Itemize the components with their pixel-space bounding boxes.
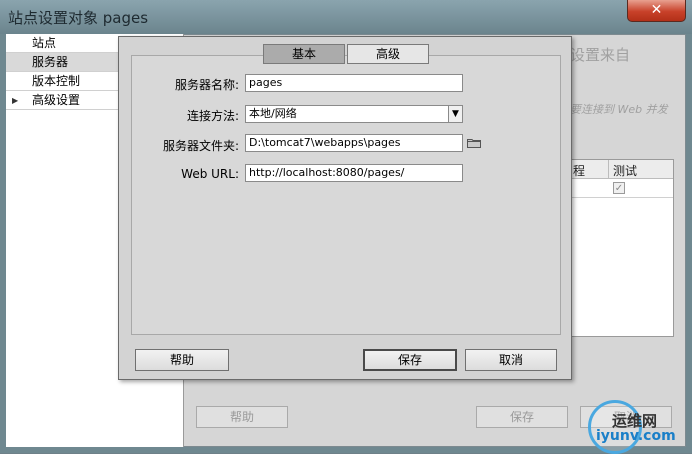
category-label: 服务器 bbox=[32, 55, 69, 69]
table-header: 程 测试 bbox=[571, 160, 673, 179]
watermark-url: iyunv.com bbox=[596, 428, 676, 444]
category-label: 站点 bbox=[32, 36, 57, 50]
connect-method-label: 连接方法: bbox=[186, 109, 239, 123]
background-help-button[interactable]: 帮助 bbox=[196, 406, 288, 428]
test-checkbox[interactable]: ✓ bbox=[613, 182, 625, 194]
chevron-down-icon[interactable]: ▼ bbox=[448, 106, 462, 122]
column-header-test: 测试 bbox=[613, 164, 638, 178]
title-bar: 站点设置对象 pages ✕ bbox=[0, 0, 692, 34]
server-settings-dialog: 基本 高级 服务器名称: pages 连接方法: 本地/网络 ▼ 服务器文件夹:… bbox=[118, 36, 572, 380]
column-header: 程 bbox=[573, 164, 586, 178]
triangle-right-icon[interactable]: ▶ bbox=[12, 91, 18, 110]
background-heading: 设置来自 bbox=[570, 46, 631, 64]
close-button[interactable]: ✕ bbox=[627, 0, 686, 22]
category-label: 高级设置 bbox=[32, 93, 81, 107]
background-note: 要连接到 Web 并发 bbox=[570, 103, 668, 116]
web-url-field[interactable]: http://localhost:8080/pages/ bbox=[245, 164, 463, 182]
server-folder-field[interactable]: D:\tomcat7\webapps\pages bbox=[245, 134, 463, 152]
server-folder-label: 服务器文件夹: bbox=[162, 139, 239, 153]
save-button[interactable]: 保存 bbox=[363, 349, 457, 371]
tab-advanced[interactable]: 高级 bbox=[347, 44, 429, 64]
window-title: 站点设置对象 pages bbox=[8, 9, 149, 27]
server-name-field[interactable]: pages bbox=[245, 74, 463, 92]
web-url-label: Web URL: bbox=[181, 167, 239, 181]
server-name-label: 服务器名称: bbox=[174, 78, 239, 92]
column-divider bbox=[608, 160, 609, 179]
server-table: 程 测试 ✓ bbox=[570, 159, 674, 337]
help-button[interactable]: 帮助 bbox=[135, 349, 229, 371]
category-label: 版本控制 bbox=[32, 74, 81, 88]
connect-method-value: 本地/网络 bbox=[249, 107, 297, 120]
folder-icon[interactable] bbox=[467, 138, 481, 148]
table-row[interactable]: ✓ bbox=[571, 179, 673, 198]
connect-method-select[interactable]: 本地/网络 ▼ bbox=[245, 105, 463, 123]
close-icon: ✕ bbox=[650, 2, 663, 18]
settings-panel bbox=[131, 55, 561, 335]
tab-basic[interactable]: 基本 bbox=[263, 44, 345, 64]
cancel-button[interactable]: 取消 bbox=[465, 349, 557, 371]
background-save-button[interactable]: 保存 bbox=[476, 406, 568, 428]
